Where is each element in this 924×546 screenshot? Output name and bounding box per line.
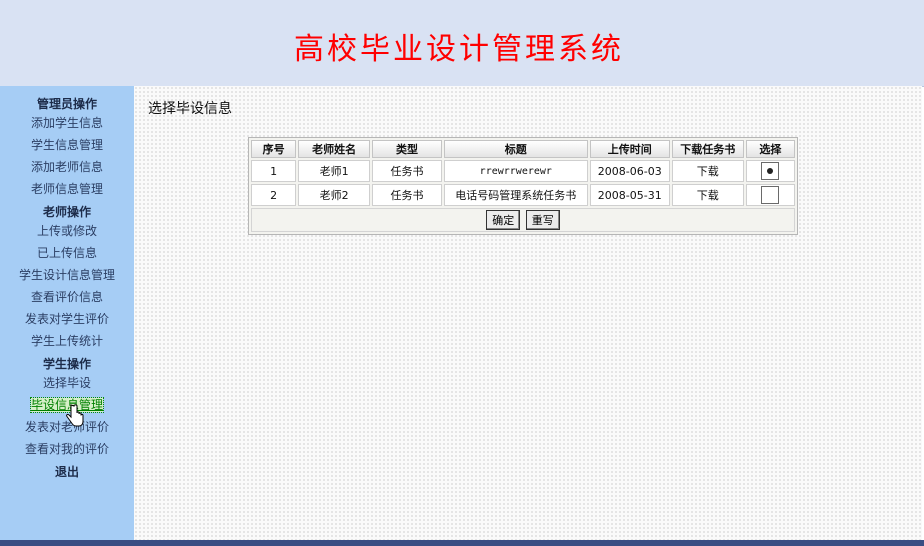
- sidebar-group-label: 学生操作: [42, 357, 91, 371]
- row-date: 2008-05-31: [589, 184, 670, 206]
- sidebar-group-teacher: 老师操作: [0, 200, 134, 220]
- row-title: rrewrrwerewr: [443, 160, 588, 182]
- hand-cursor-icon: [66, 404, 84, 427]
- select-radio[interactable]: [761, 162, 780, 180]
- column-header-teacher: 老师姓名: [298, 140, 371, 158]
- row-no: 2: [251, 184, 297, 206]
- sidebar-group-label: 管理员操作: [36, 97, 97, 111]
- column-header-download: 下载任务书: [671, 140, 744, 158]
- select-radio[interactable]: [761, 186, 780, 204]
- sidebar-item-teacher-manage[interactable]: 老师信息管理: [0, 178, 134, 200]
- table-actions-row: 确定 重写: [251, 208, 795, 232]
- sidebar-item-upload-edit[interactable]: 上传或修改: [0, 220, 134, 242]
- column-header-title: 标题: [443, 140, 588, 158]
- row-title: 电话号码管理系统任务书: [443, 184, 588, 206]
- sidebar-item-logout[interactable]: 退出: [0, 460, 134, 480]
- confirm-button[interactable]: 确定: [486, 210, 521, 230]
- sidebar-item-label: 上传或修改: [36, 224, 97, 238]
- row-no: 1: [251, 160, 297, 182]
- column-header-type: 类型: [372, 140, 442, 158]
- column-header-no: 序号: [251, 140, 297, 158]
- bottom-border: [0, 540, 924, 546]
- sidebar-item-add-student[interactable]: 添加学生信息: [0, 112, 134, 134]
- sidebar-item-label: 老师信息管理: [30, 182, 103, 196]
- sidebar-group-label: 老师操作: [42, 205, 91, 219]
- page-title: 选择毕设信息: [148, 101, 232, 117]
- column-header-select: 选择: [745, 140, 795, 158]
- sidebar-item-student-manage[interactable]: 学生信息管理: [0, 134, 134, 156]
- system-title: 高校毕业设计管理系统: [294, 32, 624, 67]
- design-table-container: 序号 老师姓名 类型 标题 上传时间 下载任务书 选择 1 老师1 任务书 rr…: [248, 137, 798, 235]
- sidebar-item-label: 查看对我的评价: [24, 442, 109, 456]
- row-type: 任务书: [372, 160, 442, 182]
- table-row: 1 老师1 任务书 rrewrrwerewr 2008-06-03 下载: [251, 160, 795, 182]
- sidebar-item-select-design[interactable]: 选择毕设: [0, 372, 134, 394]
- row-teacher: 老师2: [298, 184, 371, 206]
- sidebar-group-admin: 管理员操作: [0, 92, 134, 112]
- column-header-upload-time: 上传时间: [589, 140, 670, 158]
- reset-button[interactable]: 重写: [525, 210, 560, 230]
- sidebar-item-label: 添加老师信息: [30, 160, 103, 174]
- header-banner: 高校毕业设计管理系统: [0, 0, 924, 87]
- sidebar-item-label: 已上传信息: [36, 246, 97, 260]
- row-download-link[interactable]: 下载: [671, 160, 744, 182]
- table-row: 2 老师2 任务书 电话号码管理系统任务书 2008-05-31 下载: [251, 184, 795, 206]
- sidebar-item-label: 选择毕设: [42, 376, 91, 390]
- sidebar-item-add-teacher[interactable]: 添加老师信息: [0, 156, 134, 178]
- sidebar-item-label: 学生信息管理: [30, 138, 103, 152]
- sidebar-item-label: 学生上传统计: [30, 334, 103, 348]
- sidebar-item-view-my-evaluation[interactable]: 查看对我的评价: [0, 438, 134, 460]
- row-date: 2008-06-03: [589, 160, 670, 182]
- sidebar-item-label: 查看评价信息: [30, 290, 103, 304]
- sidebar-item-student-design-manage[interactable]: 学生设计信息管理: [0, 264, 134, 286]
- sidebar-item-view-evaluation[interactable]: 查看评价信息: [0, 286, 134, 308]
- sidebar-item-upload-stats[interactable]: 学生上传统计: [0, 330, 134, 352]
- sidebar: 管理员操作 添加学生信息 学生信息管理 添加老师信息 老师信息管理 老师操作 上…: [0, 86, 134, 540]
- row-select-cell: [745, 184, 795, 206]
- sidebar-item-uploaded-info[interactable]: 已上传信息: [0, 242, 134, 264]
- row-select-cell: [745, 160, 795, 182]
- row-teacher: 老师1: [298, 160, 371, 182]
- actions-cell: 确定 重写: [251, 208, 795, 232]
- sidebar-group-student: 学生操作: [0, 352, 134, 372]
- sidebar-item-label: 学生设计信息管理: [18, 268, 115, 282]
- row-download-link[interactable]: 下载: [671, 184, 744, 206]
- sidebar-item-label: 添加学生信息: [30, 116, 103, 130]
- main-content: 选择毕设信息 序号 老师姓名 类型 标题 上传时间 下载任务书 选择 1 老师1…: [134, 86, 922, 540]
- design-table: 序号 老师姓名 类型 标题 上传时间 下载任务书 选择 1 老师1 任务书 rr…: [249, 138, 797, 234]
- row-type: 任务书: [372, 184, 442, 206]
- sidebar-item-label: 发表对学生评价: [24, 312, 109, 326]
- sidebar-item-evaluate-student[interactable]: 发表对学生评价: [0, 308, 134, 330]
- sidebar-item-label: 退出: [54, 465, 79, 479]
- table-header-row: 序号 老师姓名 类型 标题 上传时间 下载任务书 选择: [251, 140, 795, 158]
